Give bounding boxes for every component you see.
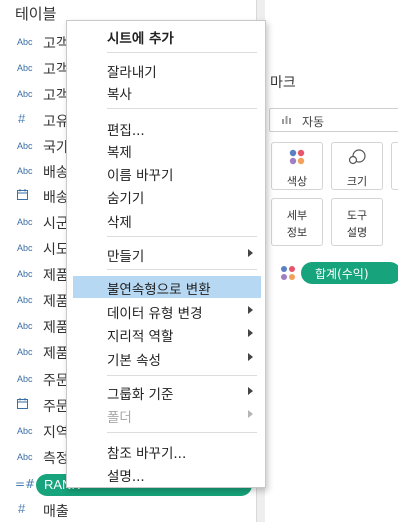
submenu-arrow-icon (248, 353, 253, 361)
size-circles-icon (332, 149, 382, 169)
string-type-icon: Abc (17, 243, 33, 253)
string-type-icon: Abc (17, 141, 33, 151)
number-type-icon: # (18, 111, 26, 126)
size-button[interactable]: 크기 (331, 142, 383, 190)
menu-default-properties[interactable]: 기본 속성 (67, 347, 265, 369)
marks-card: 마크 자동 색상 크기 세부 정보 도구 설명 합계(수익) (265, 0, 398, 522)
field-name: 고객 (43, 62, 69, 78)
field-name: 고객 (43, 88, 69, 104)
field-row[interactable]: # 매출 (0, 498, 256, 522)
field-name: 주문 (43, 373, 69, 389)
string-type-icon: Abc (17, 269, 33, 279)
field-name: 제품 (43, 294, 69, 310)
field-name: 국가 (43, 140, 69, 156)
pane-title: 테이블 (15, 5, 57, 23)
menu-delete[interactable]: 삭제 (67, 209, 265, 231)
menu-change-data-type[interactable]: 데이터 유형 변경 (67, 300, 265, 322)
menu-separator (107, 432, 257, 433)
color-button-label: 색상 (286, 175, 308, 188)
menu-separator (107, 375, 257, 376)
string-type-icon: Abc (17, 37, 33, 47)
field-name: 시도 (43, 242, 69, 258)
menu-convert-to-discrete[interactable]: 불연속형으로 변환 (73, 276, 261, 298)
mark-type-label: 자동 (302, 115, 325, 129)
submenu-arrow-icon (248, 329, 253, 337)
menu-group-by[interactable]: 그룹화 기준 (67, 381, 265, 403)
tooltip-button[interactable]: 도구 설명 (331, 198, 383, 246)
menu-edit[interactable]: 편집... (67, 117, 265, 139)
menu-rename[interactable]: 이름 바꾸기 (67, 162, 265, 184)
calendar-icon (17, 189, 28, 202)
submenu-arrow-icon (248, 249, 253, 257)
menu-separator (107, 52, 257, 53)
menu-separator (107, 236, 257, 237)
string-type-icon: Abc (17, 63, 33, 73)
menu-separator (107, 269, 257, 270)
menu-hide[interactable]: 숨기기 (67, 185, 265, 207)
menu-geographic-role[interactable]: 지리적 역할 (67, 323, 265, 345)
string-type-icon: Abc (17, 321, 33, 331)
sum-profit-label: 합계(수익) (315, 267, 369, 281)
color-dots-icon (280, 265, 296, 281)
submenu-arrow-icon (248, 306, 253, 314)
string-type-icon: Abc (17, 166, 33, 176)
tooltip-button-label-1: 도구 (346, 209, 368, 222)
detail-button-label-1: 세부 (286, 209, 308, 222)
field-name: 고객 (43, 36, 69, 52)
field-name: 제품 (43, 268, 69, 284)
detail-button-label-2: 정보 (286, 226, 308, 239)
menu-cut[interactable]: 잘라내기 (67, 59, 265, 81)
menu-replace-references[interactable]: 참조 바꾸기... (67, 440, 265, 462)
detail-button[interactable]: 세부 정보 (271, 198, 323, 246)
submenu-arrow-icon (248, 387, 253, 395)
field-name: 매출 (43, 504, 69, 520)
menu-separator (107, 108, 257, 109)
string-type-icon: Abc (17, 295, 33, 305)
field-name: 시군 (43, 216, 69, 232)
calendar-icon (17, 398, 28, 411)
field-name: 주문 (43, 399, 69, 415)
field-name: 제품 (43, 346, 69, 362)
size-button-label: 크기 (346, 175, 368, 188)
number-type-icon: # (18, 501, 26, 516)
string-type-icon: Abc (17, 217, 33, 227)
string-type-icon: Abc (17, 452, 33, 462)
sum-profit-pill[interactable]: 합계(수익) (301, 262, 398, 284)
submenu-arrow-icon (248, 410, 253, 418)
field-name: 배송 (43, 190, 69, 206)
field-name: 배송 (43, 165, 69, 181)
marks-title: 마크 (270, 75, 296, 91)
field-name: 고유 (43, 114, 69, 130)
field-context-menu: 시트에 추가 잘라내기 복사 편집... 복제 이름 바꾸기 숨기기 삭제 만들… (66, 20, 266, 488)
field-name: 지역 (43, 425, 69, 441)
field-name: 측정 (43, 451, 69, 467)
tooltip-button-label-2: 설명 (346, 226, 368, 239)
string-type-icon: Abc (17, 89, 33, 99)
bar-chart-icon (282, 115, 292, 127)
menu-describe[interactable]: 설명... (67, 463, 265, 485)
string-type-icon: Abc (17, 426, 33, 436)
color-button[interactable]: 색상 (271, 142, 323, 190)
color-dots-icon (272, 149, 322, 169)
string-type-icon: Abc (17, 347, 33, 357)
menu-duplicate[interactable]: 복제 (67, 139, 265, 161)
menu-add-to-sheet[interactable]: 시트에 추가 (67, 25, 265, 47)
menu-create[interactable]: 만들기 (67, 243, 265, 265)
menu-folder[interactable]: 폴더 (67, 404, 265, 426)
label-button-partial[interactable] (391, 142, 398, 190)
mark-type-dropdown[interactable]: 자동 (269, 108, 398, 132)
calculated-number-icon: =# (15, 477, 36, 491)
string-type-icon: Abc (17, 374, 33, 384)
field-name: 제품 (43, 320, 69, 336)
menu-copy[interactable]: 복사 (67, 81, 265, 103)
